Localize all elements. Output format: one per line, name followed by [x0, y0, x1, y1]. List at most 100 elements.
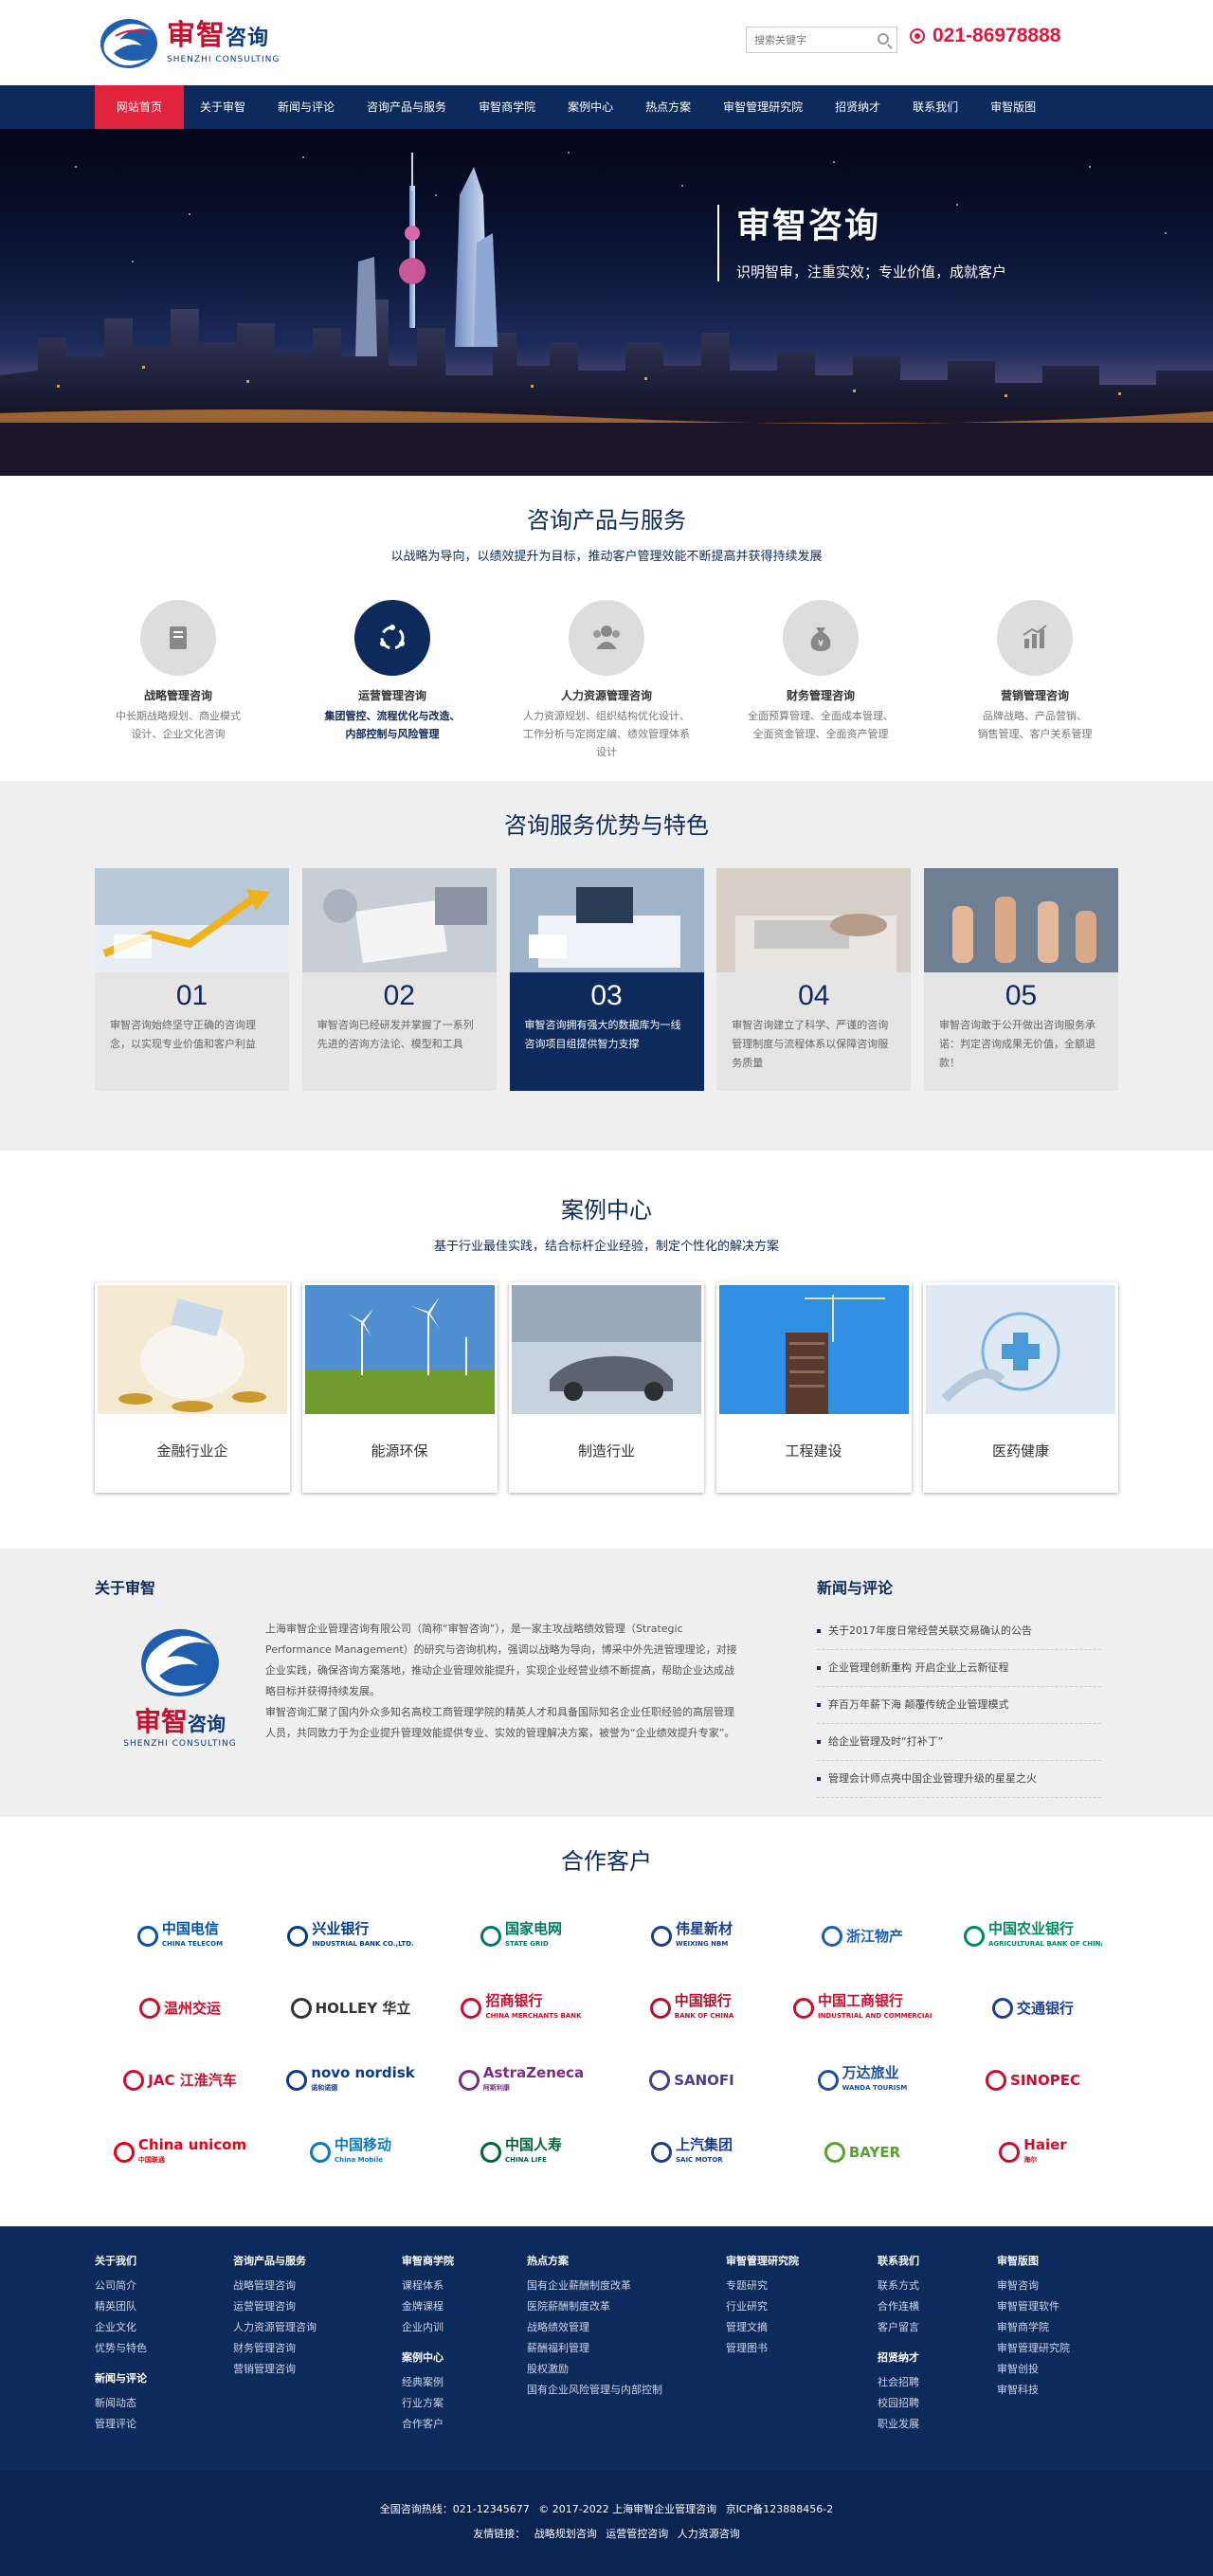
- nav-item-services[interactable]: 咨询产品与服务: [351, 85, 462, 129]
- footer-link[interactable]: 校园招聘: [878, 2393, 997, 2414]
- client-logo[interactable]: AstraZeneca 阿斯利康: [436, 2044, 606, 2116]
- footer-heading[interactable]: 审智版图: [997, 2253, 1118, 2268]
- client-logo[interactable]: BAYER: [777, 2116, 948, 2188]
- nav-item-map[interactable]: 审智版图: [974, 85, 1052, 129]
- news-item[interactable]: 企业管理创新重构 开启企业上云新征程: [817, 1650, 1101, 1687]
- nav-item-news[interactable]: 新闻与评论: [262, 85, 351, 129]
- footer-link[interactable]: 新闻动态: [95, 2393, 233, 2414]
- nav-item-contact[interactable]: 联系我们: [896, 85, 974, 129]
- footer-link[interactable]: 行业研究: [726, 2296, 878, 2317]
- footer-link[interactable]: 合作连横: [878, 2296, 997, 2317]
- client-logo[interactable]: 中国工商银行 INDUSTRIAL AND COMMERCIAL BANK OF …: [777, 1972, 948, 2044]
- footer-link[interactable]: 医院薪酬制度改革: [527, 2296, 726, 2317]
- footer-link[interactable]: 审智咨询: [997, 2276, 1118, 2296]
- nav-item-institute[interactable]: 审智管理研究院: [707, 85, 819, 129]
- footer-link[interactable]: 优势与特色: [95, 2338, 233, 2359]
- nav-item-home[interactable]: 网站首页: [95, 85, 185, 129]
- footer-link[interactable]: 审智商学院: [997, 2317, 1118, 2338]
- nav-item-about[interactable]: 关于审智: [184, 85, 262, 129]
- client-logo[interactable]: 兴业银行 INDUSTRIAL BANK CO.,LTD.: [265, 1900, 436, 1972]
- footer-link[interactable]: 精英团队: [95, 2296, 233, 2317]
- client-logo[interactable]: China unicom 中国联通: [95, 2116, 265, 2188]
- advantage-card[interactable]: 03 审智咨询拥有强大的数据库为一线咨询项目组提供智力支撑: [509, 868, 704, 1091]
- footer-link[interactable]: 企业文化: [95, 2317, 233, 2338]
- footer-heading[interactable]: 联系我们: [878, 2253, 997, 2268]
- client-logo[interactable]: 中国移动 China Mobile: [265, 2116, 436, 2188]
- footer-link[interactable]: 职业发展: [878, 2414, 997, 2435]
- icp-text[interactable]: 京ICP备123888456-2: [726, 2503, 834, 2515]
- nav-item-careers[interactable]: 招贤纳才: [819, 85, 896, 129]
- nav-item-academy[interactable]: 审智商学院: [462, 85, 552, 129]
- news-item[interactable]: 管理会计师点亮中国企业管理升级的星星之火: [817, 1761, 1101, 1798]
- footer-link[interactable]: 审智管理软件: [997, 2296, 1118, 2317]
- footer-link[interactable]: 国有企业风险管理与内部控制: [527, 2380, 726, 2401]
- friend-link[interactable]: 人力资源咨询: [678, 2528, 740, 2540]
- footer-heading[interactable]: 审智管理研究院: [726, 2253, 878, 2268]
- client-logo[interactable]: 浙江物产: [777, 1900, 948, 1972]
- nav-item-cases[interactable]: 案例中心: [552, 85, 629, 129]
- case-card[interactable]: 医药健康: [923, 1282, 1118, 1493]
- service-item[interactable]: 人力资源管理咨询 人力资源规划、组织结构优化设计、 工作分析与定岗定编、绩效管理体…: [523, 600, 690, 761]
- footer-heading[interactable]: 新闻与评论: [95, 2370, 233, 2386]
- service-item[interactable]: ¥ 财务管理咨询 全面预算管理、全面成本管理、 全面资金管理、全面资产管理: [737, 600, 904, 761]
- news-item[interactable]: 给企业管理及时“打补丁”: [817, 1724, 1101, 1761]
- client-logo[interactable]: Haier 海尔: [948, 2116, 1118, 2188]
- footer-link[interactable]: 营销管理咨询: [233, 2359, 402, 2380]
- service-item[interactable]: 营销管理咨询 品牌战略、产品营销、 销售管理、客户关系管理: [951, 600, 1118, 761]
- news-item[interactable]: 弃百万年薪下海 颠覆传统企业管理模式: [817, 1687, 1101, 1724]
- footer-link[interactable]: 战略绩效管理: [527, 2317, 726, 2338]
- service-item[interactable]: 运营管理咨询 集团管控、流程优化与改造、 内部控制与风险管理: [309, 600, 476, 761]
- footer-link[interactable]: 联系方式: [878, 2276, 997, 2296]
- footer-heading[interactable]: 关于我们: [95, 2253, 233, 2268]
- friend-link[interactable]: 运营管控咨询: [606, 2528, 668, 2540]
- footer-link[interactable]: 金牌课程: [402, 2296, 527, 2317]
- client-logo[interactable]: SANOFI: [606, 2044, 777, 2116]
- search-input[interactable]: [747, 27, 870, 52]
- footer-link[interactable]: 财务管理咨询: [233, 2338, 402, 2359]
- footer-link[interactable]: 企业内训: [402, 2317, 527, 2338]
- footer-link[interactable]: 人力资源管理咨询: [233, 2317, 402, 2338]
- client-logo[interactable]: 万达旅业 WANDA TOURISM: [777, 2044, 948, 2116]
- footer-heading[interactable]: 招贤纳才: [878, 2349, 997, 2365]
- footer-link[interactable]: 薪酬福利管理: [527, 2338, 726, 2359]
- advantage-card[interactable]: 05 审智咨询敢于公开做出咨询服务承诺：判定咨询成果无价值，全额退款！: [924, 868, 1118, 1091]
- footer-link[interactable]: 股权激励: [527, 2359, 726, 2380]
- client-logo[interactable]: SINOPEC: [948, 2044, 1118, 2116]
- footer-link[interactable]: 审智管理研究院: [997, 2338, 1118, 2359]
- footer-link[interactable]: 公司简介: [95, 2276, 233, 2296]
- advantage-card[interactable]: 02 审智咨询已经研发并掌握了一系列先进的咨询方法论、模型和工具: [301, 868, 497, 1091]
- client-logo[interactable]: 伟星新材 WEIXING NBM: [606, 1900, 777, 1972]
- advantage-card[interactable]: 04 审智咨询建立了科学、严谨的咨询管理制度与流程体系以保障咨询服务质量: [716, 868, 912, 1091]
- case-card[interactable]: 工程建设: [715, 1282, 912, 1493]
- search-icon[interactable]: [878, 33, 889, 45]
- service-item[interactable]: 战略管理咨询 中长期战略规划、商业模式 设计、企业文化咨询: [95, 600, 262, 761]
- footer-link[interactable]: 社会招聘: [878, 2372, 997, 2393]
- footer-link[interactable]: 审智科技: [997, 2380, 1118, 2401]
- client-logo[interactable]: HOLLEY 华立: [265, 1972, 436, 2044]
- friend-link[interactable]: 战略规划咨询: [534, 2528, 597, 2540]
- client-logo[interactable]: 温州交运: [95, 1972, 265, 2044]
- footer-link[interactable]: 管理文摘: [726, 2317, 878, 2338]
- case-card[interactable]: 能源环保: [301, 1282, 498, 1493]
- client-logo[interactable]: 国家电网 STATE GRID: [436, 1900, 606, 1972]
- client-logo[interactable]: JAC 江淮汽车: [95, 2044, 265, 2116]
- client-logo[interactable]: 中国银行 BANK OF CHINA: [606, 1972, 777, 2044]
- footer-link[interactable]: 课程体系: [402, 2276, 527, 2296]
- footer-heading[interactable]: 审智商学院: [402, 2253, 527, 2268]
- site-logo[interactable]: 审智咨询 SHENZHI CONSULTING: [95, 8, 280, 76]
- news-item[interactable]: 关于2017年度日常经营关联交易确认的公告: [817, 1613, 1101, 1650]
- nav-item-solutions[interactable]: 热点方案: [629, 85, 707, 129]
- client-logo[interactable]: 上汽集团 SAIC MOTOR: [606, 2116, 777, 2188]
- case-card[interactable]: 制造行业: [509, 1282, 704, 1493]
- client-logo[interactable]: 招商银行 CHINA MERCHANTS BANK: [436, 1972, 606, 2044]
- footer-link[interactable]: 行业方案: [402, 2393, 527, 2414]
- client-logo[interactable]: 中国农业银行 AGRICULTURAL BANK OF CHINA: [948, 1900, 1118, 1972]
- footer-link[interactable]: 专题研究: [726, 2276, 878, 2296]
- footer-link[interactable]: 管理评论: [95, 2414, 233, 2435]
- client-logo[interactable]: 中国电信 CHINA TELECOM: [95, 1900, 265, 1972]
- client-logo[interactable]: 交通银行: [948, 1972, 1118, 2044]
- footer-link[interactable]: 经典案例: [402, 2372, 527, 2393]
- footer-link[interactable]: 国有企业薪酬制度改革: [527, 2276, 726, 2296]
- footer-link[interactable]: 客户留言: [878, 2317, 997, 2338]
- footer-heading[interactable]: 案例中心: [402, 2349, 527, 2365]
